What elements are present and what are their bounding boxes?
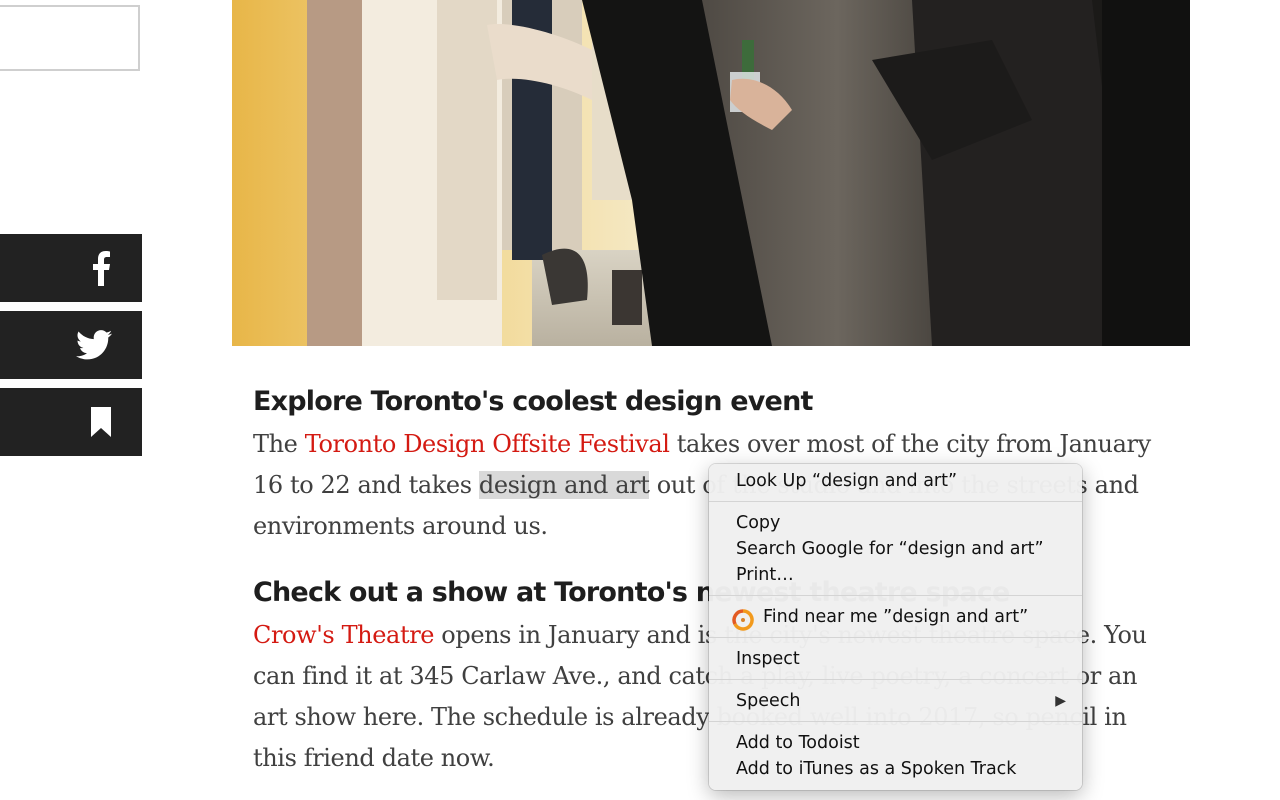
menu-item-copy[interactable]: Copy xyxy=(709,510,1082,536)
menu-item-speech[interactable]: Speech ▶ xyxy=(709,688,1082,714)
menu-item-add-todoist[interactable]: Add to Todoist xyxy=(709,730,1082,756)
menu-separator xyxy=(709,637,1082,638)
menu-item-label: Find near me ”design and art” xyxy=(763,607,1029,627)
selected-text: design and art xyxy=(478,471,650,499)
twitter-icon xyxy=(76,330,112,360)
menu-item-find-near-me[interactable]: Find near me ”design and art” xyxy=(709,604,1082,631)
share-rail xyxy=(0,234,142,456)
menu-item-look-up[interactable]: Look Up “design and art” xyxy=(709,468,1082,494)
menu-separator xyxy=(709,679,1082,680)
facebook-icon xyxy=(93,251,110,286)
menu-separator xyxy=(709,721,1082,722)
bookmark-icon xyxy=(91,407,111,437)
text-fragment: The xyxy=(253,430,305,458)
menu-item-search-google[interactable]: Search Google for “design and art” xyxy=(709,536,1082,562)
hero-image xyxy=(232,0,1190,346)
crows-theatre-link[interactable]: Crow's Theatre xyxy=(253,621,434,649)
submenu-arrow-icon: ▶ xyxy=(1055,693,1066,709)
twitter-share-button[interactable] xyxy=(0,311,142,379)
menu-separator xyxy=(709,595,1082,596)
search-box[interactable] xyxy=(0,5,140,71)
toronto-design-offsite-link[interactable]: Toronto Design Offsite Festival xyxy=(305,430,670,458)
find-near-me-icon xyxy=(732,609,754,631)
menu-item-print[interactable]: Print… xyxy=(709,562,1082,588)
facebook-share-button[interactable] xyxy=(0,234,142,302)
bookmark-button[interactable] xyxy=(0,388,142,456)
menu-item-add-itunes[interactable]: Add to iTunes as a Spoken Track xyxy=(709,756,1082,782)
context-menu: Look Up “design and art” Copy Search Goo… xyxy=(709,464,1082,790)
menu-item-label: Speech xyxy=(736,691,801,711)
menu-item-inspect[interactable]: Inspect xyxy=(709,646,1082,672)
menu-separator xyxy=(709,501,1082,502)
section-heading-design: Explore Toronto's coolest design event xyxy=(253,386,813,417)
